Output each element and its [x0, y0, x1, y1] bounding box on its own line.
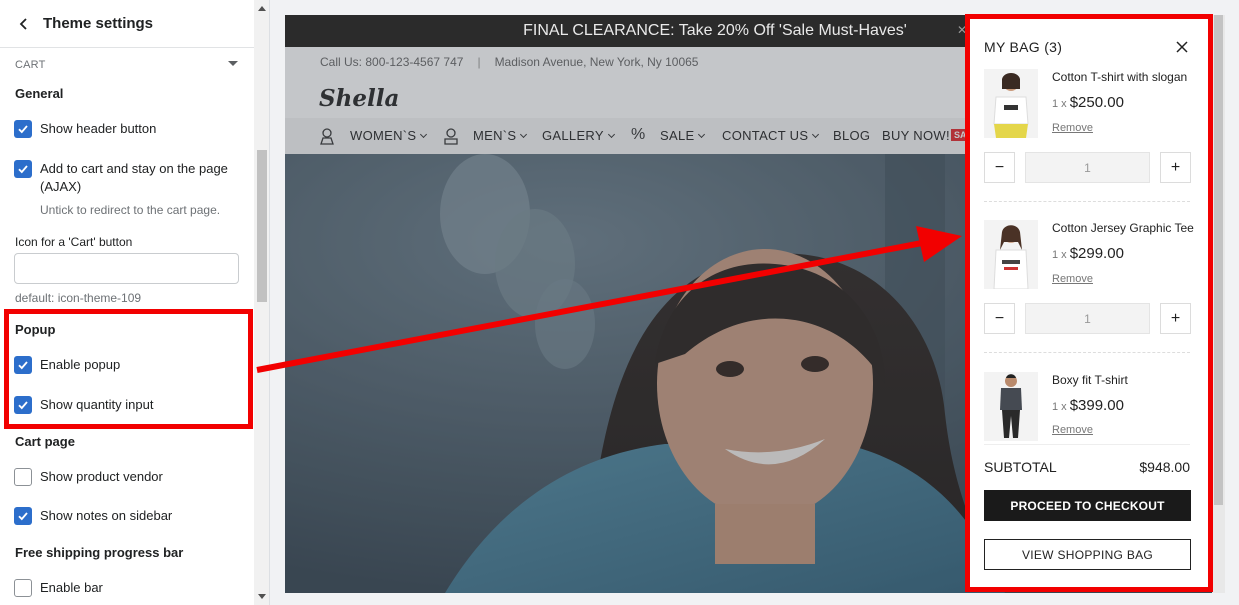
checkbox-label: Add to cart and stay on the page (AJAX) [40, 161, 228, 194]
settings-header: Theme settings [0, 0, 254, 48]
scroll-down-icon[interactable] [258, 594, 266, 599]
checkbox-unchecked-icon[interactable] [14, 579, 32, 597]
checkbox-label: Show header button [40, 121, 157, 136]
chevron-down-icon[interactable] [228, 61, 238, 66]
checkbox-label: Show notes on sidebar [40, 508, 173, 523]
checkbox-show-header-button[interactable]: Show header button [14, 120, 156, 138]
highlight-box-popup-settings [4, 309, 253, 429]
announcement-text: FINAL CLEARANCE: Take 20% Off 'Sale Must… [523, 22, 907, 39]
scrollbar-thumb[interactable] [257, 150, 267, 302]
theme-settings-panel: Theme settings CART General Show header … [0, 0, 270, 605]
checkbox-unchecked-icon[interactable] [14, 468, 32, 486]
cart-icon-input[interactable] [14, 253, 239, 284]
field-label-cart-icon: Icon for a 'Cart' button [15, 235, 133, 249]
settings-scrollbar[interactable] [254, 0, 269, 605]
scrollbar-thumb[interactable] [1214, 15, 1223, 505]
checkbox-label: Show product vendor [40, 469, 163, 484]
checkbox-checked-icon[interactable] [14, 120, 32, 138]
help-text-default: default: icon-theme-109 [15, 291, 142, 305]
group-title-general: General [15, 86, 64, 101]
section-label-cart: CART [15, 59, 46, 71]
help-text: Untick to redirect to the cart page. [40, 203, 221, 217]
checkbox-show-product-vendor[interactable]: Show product vendor [14, 468, 163, 486]
checkbox-enable-bar[interactable]: Enable bar [14, 579, 103, 597]
group-title-cart-page: Cart page [15, 434, 75, 449]
group-title-free-shipping: Free shipping progress bar [15, 545, 184, 560]
checkbox-checked-icon[interactable] [14, 507, 32, 525]
scroll-up-icon[interactable] [258, 6, 266, 11]
preview-scrollbar[interactable] [1212, 15, 1225, 593]
back-arrow-icon[interactable] [17, 17, 31, 31]
checkbox-add-to-cart-ajax[interactable]: Add to cart and stay on the page (AJAX) [14, 160, 228, 196]
checkbox-show-notes-on-sidebar[interactable]: Show notes on sidebar [14, 507, 172, 525]
checkbox-label: Enable bar [40, 580, 103, 595]
page-title: Theme settings [43, 15, 154, 32]
highlight-box-cart-drawer [965, 14, 1213, 592]
checkbox-checked-icon[interactable] [14, 160, 32, 178]
